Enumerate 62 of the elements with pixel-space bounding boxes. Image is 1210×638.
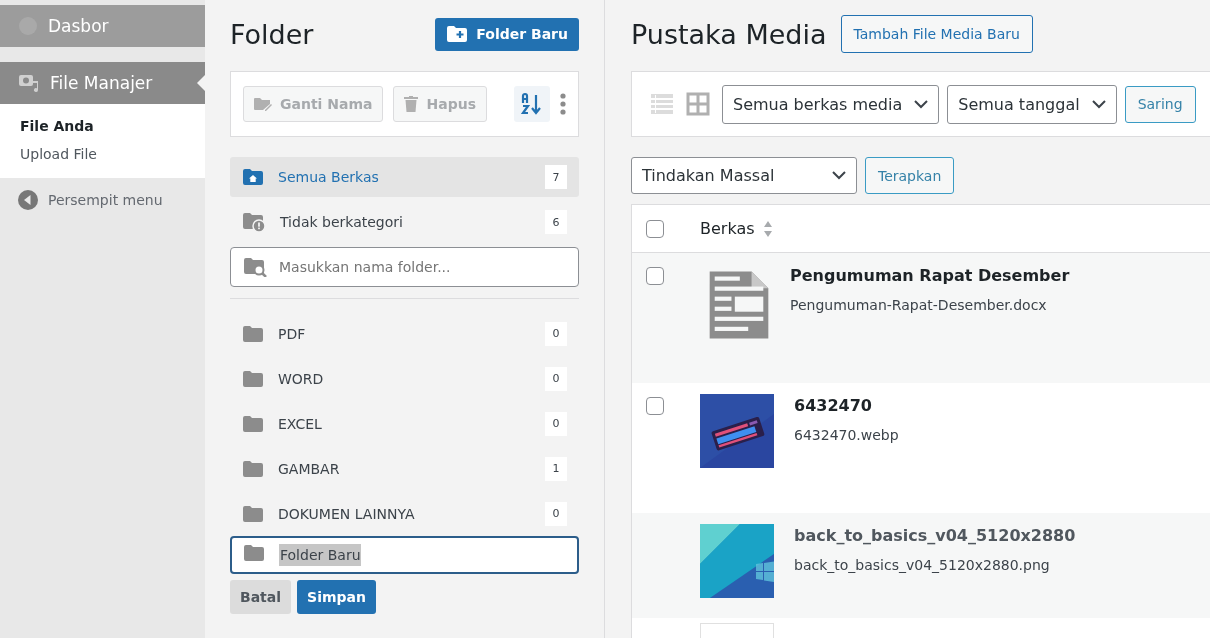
camera-music-icon [18,73,40,93]
add-media-button[interactable]: Tambah File Media Baru [840,15,1033,53]
folder-icon [242,504,264,523]
count-badge: 7 [545,165,567,189]
save-button[interactable]: Simpan [297,580,376,614]
collapse-menu-link[interactable]: Persempit menu [48,192,163,208]
folder-item[interactable]: Semua Berkas 7 [230,157,579,197]
folder-plus-icon [446,25,469,43]
folder-item[interactable]: WORD 0 [230,356,579,401]
sort-alpha-icon [520,92,544,116]
chevron-down-icon [1091,99,1106,109]
submenu-item[interactable]: File Anda [0,112,205,140]
file-name: back_to_basics_v04_5120x2880.png [794,556,1051,573]
folder-item[interactable]: GAMBAR 1 [230,446,579,491]
count-badge: 0 [545,321,567,346]
column-header[interactable]: Berkas [700,219,755,238]
folder-icon [243,544,265,562]
sort-button[interactable] [514,86,550,122]
new-folder-button[interactable]: Folder Baru [435,17,579,51]
sort-icon[interactable] [762,219,773,238]
count-badge: 0 [545,501,567,526]
collapse-icon[interactable] [18,190,38,210]
checkbox[interactable] [646,396,664,415]
folder-icon [242,414,264,433]
checkbox[interactable] [646,219,664,238]
count-badge: 6 [545,210,567,234]
folder-item[interactable]: Tidak berkategori 6 [230,202,579,242]
folder-icon [242,459,264,478]
chevron-down-icon [832,171,846,180]
file-name: 6432470.webp [794,426,899,443]
filter-dropdown[interactable]: Semua tanggal [947,84,1117,124]
folder-item[interactable]: PDF 0 [230,311,579,356]
folder-icon [242,324,264,343]
folder-search-field[interactable]: Masukkan nama folder... [230,247,579,287]
panel-title: Folder [230,18,314,50]
file-name: Pengumuman-Rapat-Desember.docx [790,297,1048,313]
file-title[interactable]: back_to_basics_v04_5120x2880 [794,525,1076,545]
file-title[interactable]: 6432470 [794,395,899,415]
folder-icon [242,369,264,388]
count-badge: 1 [545,456,567,481]
file-title[interactable]: Pengumuman Rapat Desember [790,266,1070,285]
folder-name-field[interactable]: Folder Baru [230,536,579,574]
filter-button[interactable]: Saring [1124,85,1196,123]
folder-alert-icon [242,212,266,232]
folder-home-icon [242,168,264,186]
page-title: Pustaka Media [631,18,827,50]
filter-dropdown[interactable]: Semua berkas media [722,84,940,124]
submenu-item[interactable]: Upload File [0,140,205,168]
apply-button[interactable]: Terapkan [865,157,955,194]
folder-item[interactable]: EXCEL 0 [230,401,579,446]
trash-icon [404,96,419,112]
grid-view-icon[interactable] [686,92,710,116]
folder-item[interactable]: DOKUMEN LAINNYA 0 [230,491,579,536]
bulk-action-dropdown[interactable]: Tindakan Massal [631,157,857,194]
cancel-button[interactable]: Batal [230,580,292,614]
more-options-icon[interactable] [560,93,566,115]
count-badge: 0 [545,366,567,391]
folder-search-icon [243,257,267,277]
checkbox[interactable] [646,267,664,285]
count-badge: 0 [545,411,567,436]
folder-edit-icon [254,97,272,111]
chevron-down-icon [914,99,929,109]
